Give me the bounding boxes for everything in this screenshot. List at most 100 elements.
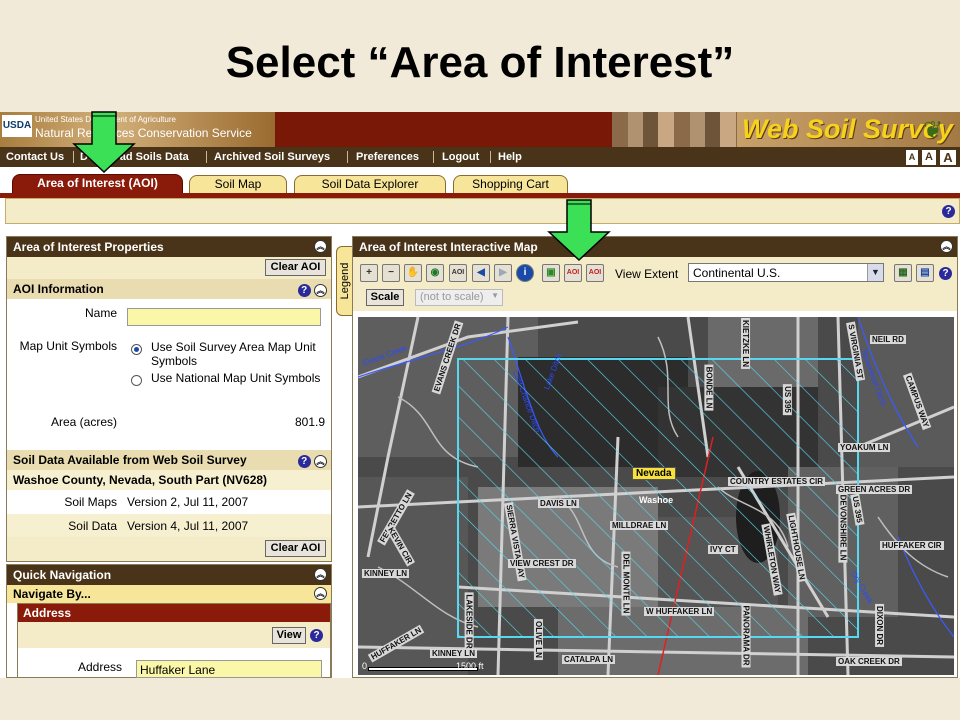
- quick-navigation-panel: Quick Navigation ︽ Navigate By... ︽ Addr…: [6, 564, 332, 678]
- aoi-polygon-icon[interactable]: AOI: [586, 264, 604, 282]
- nav-help[interactable]: Help: [498, 151, 522, 163]
- collapse-icon[interactable]: ︽: [314, 568, 327, 581]
- nav-preferences[interactable]: Preferences: [356, 151, 419, 163]
- soil-data-label: Soil Data: [68, 519, 117, 533]
- view-extent-value: Continental U.S.: [693, 266, 781, 280]
- road-label: PANORAMA DR: [741, 603, 751, 668]
- clear-aoi-icon[interactable]: AOI: [564, 264, 582, 282]
- aoi-information-body: Name Map Unit Symbols Use Soil Survey Ar…: [7, 299, 331, 450]
- survey-area-name: Washoe County, Nevada, South Part (NV628…: [7, 470, 331, 490]
- aoi-rectangle-icon[interactable]: AOI: [449, 264, 467, 282]
- zoom-in-icon[interactable]: +: [360, 264, 378, 282]
- collapse-icon[interactable]: ︽: [314, 240, 327, 253]
- scale-end: 1500 ft: [456, 661, 484, 671]
- scale-button[interactable]: Scale: [366, 289, 404, 306]
- web-soil-survey-logo: Web Soil Survey ❦: [737, 112, 960, 147]
- state-label: Nevada: [632, 467, 676, 480]
- chevron-down-icon: ▼: [867, 264, 883, 281]
- road-label: CATALPA LN: [562, 655, 616, 664]
- full-extent-icon[interactable]: ◉: [426, 264, 444, 282]
- overview-map-icon[interactable]: ▦: [894, 264, 912, 282]
- collapse-icon[interactable]: ︽: [940, 240, 953, 253]
- site-banner: USDA United States Department of Agricul…: [0, 112, 960, 147]
- tab-soil-map[interactable]: Soil Map: [189, 175, 287, 193]
- identify-icon[interactable]: i: [516, 264, 534, 282]
- road-label: NEIL RD: [870, 335, 906, 344]
- road-label: VIEW CREST DR: [508, 559, 576, 568]
- help-icon[interactable]: ?: [939, 267, 952, 280]
- map-toolbar: + − ✋ ◉ AOI ◀ ▶ i ▣ AOI AOI View Extent …: [353, 257, 957, 311]
- soil-maps-version: Version 2, Jul 11, 2007: [127, 495, 249, 509]
- road-label: OLIVE LN: [533, 619, 543, 660]
- road-label: IVY CT: [708, 545, 738, 554]
- usda-logo[interactable]: USDA: [2, 115, 32, 137]
- panel-title: Area of Interest Interactive Map: [359, 240, 538, 254]
- road-label: OAK CREEK DR: [836, 657, 902, 666]
- collapse-icon[interactable]: ︽: [314, 284, 327, 297]
- road-label: LAKESIDE DR: [464, 592, 474, 651]
- county-label: Washoe: [639, 495, 674, 505]
- aoi-name-input[interactable]: [127, 308, 321, 326]
- road-label: KIETZKE LN: [741, 317, 751, 370]
- help-icon[interactable]: ?: [297, 284, 311, 297]
- map-unit-symbols-label: Map Unit Symbols: [19, 339, 117, 353]
- font-size-small[interactable]: A: [906, 150, 918, 165]
- road-label: DEVONSHIRE LN: [838, 492, 848, 563]
- legend-label: Legend: [339, 262, 351, 300]
- survey-area-symbols-label: Use Soil Survey Area Map Unit Symbols: [151, 340, 316, 368]
- road-label: GREEN ACRES DR: [836, 485, 913, 494]
- help-icon[interactable]: ?: [310, 629, 323, 642]
- clear-aoi-row-bottom: Clear AOI: [7, 537, 331, 561]
- nav-logout[interactable]: Logout: [442, 151, 479, 163]
- scale-select[interactable]: (not to scale) ▼: [415, 289, 503, 306]
- area-acres-value: 801.9: [294, 415, 325, 429]
- clear-aoi-button[interactable]: Clear AOI: [265, 540, 326, 557]
- name-label: Name: [84, 306, 117, 320]
- view-button[interactable]: View: [272, 627, 306, 644]
- address-input[interactable]: Huffaker Lane: [136, 660, 322, 678]
- navigate-by-header[interactable]: Navigate By... ︽: [7, 585, 331, 603]
- road-label: W HUFFAKER LN: [644, 607, 715, 616]
- survey-area-symbols-radio[interactable]: [131, 344, 142, 355]
- tab-area-of-interest[interactable]: Area of Interest (AOI): [12, 174, 183, 193]
- national-symbols-radio[interactable]: [131, 375, 142, 386]
- road-label: KINNEY LN: [430, 649, 477, 658]
- back-arrow-icon[interactable]: ◀: [472, 264, 490, 282]
- collapse-icon[interactable]: ︽: [314, 587, 327, 600]
- panel-title: Area of Interest Properties: [13, 240, 164, 254]
- top-nav: Contact Us Download Soils Data Archived …: [0, 147, 960, 167]
- font-size-large[interactable]: A: [940, 150, 956, 165]
- pan-icon[interactable]: ✋: [404, 264, 422, 282]
- road-label: BONDE LN: [704, 364, 714, 411]
- font-size-medium[interactable]: A: [922, 150, 936, 165]
- forward-arrow-icon[interactable]: ▶: [494, 264, 512, 282]
- nav-contact-us[interactable]: Contact Us: [6, 151, 64, 163]
- nav-divider: [206, 151, 207, 163]
- nav-archived-soil-surveys[interactable]: Archived Soil Surveys: [214, 151, 330, 163]
- clear-aoi-button[interactable]: Clear AOI: [265, 259, 326, 276]
- legend-tab[interactable]: Legend: [336, 246, 353, 316]
- main-tabs: Area of Interest (AOI) Soil Map Soil Dat…: [0, 167, 960, 193]
- panel-title: Quick Navigation: [13, 568, 112, 582]
- soil-maps-label: Soil Maps: [64, 495, 117, 509]
- help-icon[interactable]: ?: [942, 205, 955, 218]
- interactive-map-header: Area of Interest Interactive Map ︽: [353, 237, 957, 257]
- nav-divider: [347, 151, 348, 163]
- view-extent-select[interactable]: Continental U.S. ▼: [688, 263, 884, 282]
- section-title: AOI Information: [13, 282, 104, 296]
- tab-soil-data-explorer[interactable]: Soil Data Explorer: [294, 175, 446, 193]
- aerial-map[interactable]: EVANS CREEK DR NEIL RD KIETZKE LN S VIRG…: [358, 317, 954, 675]
- print-map-icon[interactable]: ▤: [916, 264, 934, 282]
- help-icon[interactable]: ?: [297, 455, 311, 468]
- zoom-out-icon[interactable]: −: [382, 264, 400, 282]
- collapse-icon[interactable]: ︽: [314, 455, 327, 468]
- agency-line-2: Natural Resources Conservation Service: [35, 126, 252, 140]
- road-label: DEL MONTE LN: [621, 551, 631, 616]
- tab-shopping-cart[interactable]: Shopping Cart: [453, 175, 568, 193]
- soil-photos-strip: [612, 112, 737, 147]
- define-aoi-icon[interactable]: ▣: [542, 264, 560, 282]
- message-bar: ?: [5, 198, 960, 224]
- address-toolbar: View ?: [18, 622, 330, 648]
- scale-value: (not to scale): [420, 291, 484, 303]
- nav-divider: [490, 151, 491, 163]
